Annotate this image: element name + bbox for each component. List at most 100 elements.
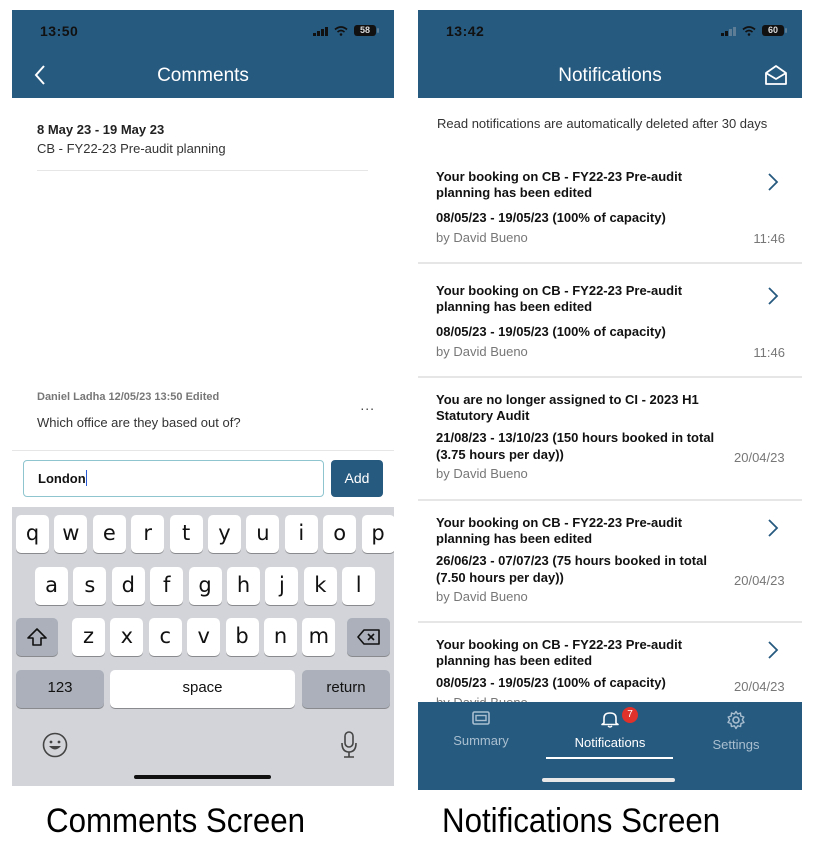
notification-item[interactable]: Your booking on CB - FY22-23 Pre-audit p… (418, 501, 802, 623)
return-key[interactable]: return (302, 670, 390, 708)
key-v[interactable]: v (187, 618, 221, 656)
bottom-tab-bar: Summary 7 Notifications Settings (418, 702, 802, 790)
key-n[interactable]: n (264, 618, 297, 656)
notification-detail: 26/06/23 - 07/07/23 (75 hours booked in … (436, 553, 707, 585)
numbers-key[interactable]: 123 (16, 670, 104, 708)
add-button[interactable]: Add (331, 460, 383, 497)
notification-time: 20/04/23 (734, 573, 785, 588)
notifications-header: 13:42 60 Notifications (418, 10, 802, 98)
tab-summary[interactable]: Summary (421, 710, 541, 748)
notifications-caption: Notifications Screen (442, 802, 721, 840)
notification-count-badge: 7 (622, 707, 638, 723)
notification-time: 11:46 (753, 231, 785, 246)
key-q[interactable]: q (16, 515, 49, 553)
shift-key[interactable] (16, 618, 58, 656)
comments-screen: 13:50 58 Comments 8 May 23 - 19 May 23 C… (12, 10, 394, 786)
tab-label: Notifications (574, 735, 646, 750)
booking-name: CB - FY22-23 Pre-audit planning (37, 141, 226, 156)
key-g[interactable]: g (188, 567, 222, 605)
backspace-icon (356, 629, 380, 645)
notification-item[interactable]: Your booking on CB - FY22-23 Pre-audit p… (418, 271, 802, 378)
status-icons: 60 (721, 25, 787, 36)
key-w[interactable]: w (54, 515, 88, 553)
key-f[interactable]: f (150, 567, 184, 605)
wifi-icon (742, 25, 756, 36)
ticket-icon (472, 711, 490, 725)
key-o[interactable]: o (323, 515, 357, 553)
tab-settings[interactable]: Settings (676, 710, 796, 752)
tab-label: Summary (453, 733, 509, 748)
comment-item: Daniel Ladha 12/05/23 13:50 Edited ... W… (37, 391, 377, 430)
auto-delete-notice: Read notifications are automatically del… (437, 116, 768, 131)
key-p[interactable]: p (361, 515, 394, 553)
key-k[interactable]: k (303, 567, 337, 605)
key-r[interactable]: r (131, 515, 165, 553)
notification-title: Your booking on CB - FY22-23 Pre-audit p… (436, 515, 683, 546)
status-time: 13:50 (40, 23, 79, 39)
home-indicator (134, 775, 271, 779)
key-l[interactable]: l (342, 567, 376, 605)
key-t[interactable]: t (169, 515, 203, 553)
key-x[interactable]: x (110, 618, 144, 656)
key-s[interactable]: s (73, 567, 107, 605)
page-title: Notifications (558, 65, 662, 86)
notification-author: by David Bueno (436, 230, 528, 245)
chevron-right-icon (768, 519, 779, 537)
tab-label: Settings (712, 737, 760, 752)
comment-text: Which office are they based out of? (37, 415, 241, 430)
key-e[interactable]: e (92, 515, 126, 553)
space-key[interactable]: space (110, 670, 295, 708)
notifications-screen: 13:42 60 Notifications Read notification… (418, 10, 802, 790)
active-tab-indicator (546, 757, 673, 759)
gear-icon (727, 710, 745, 730)
notification-title: Your booking on CB - FY22-23 Pre-audit p… (436, 637, 683, 668)
notification-title: Your booking on CB - FY22-23 Pre-audit p… (436, 169, 683, 200)
key-a[interactable]: a (35, 567, 68, 605)
page-title: Comments (157, 65, 249, 86)
chevron-right-icon (768, 287, 779, 305)
text-caret (85, 470, 88, 486)
notification-detail: 21/08/23 - 13/10/23 (150 hours booked in… (436, 430, 715, 462)
keyboard: qwertyuiop asdfghjkl zxcvbnm 123 space r… (12, 507, 394, 786)
notification-item[interactable]: Your booking on CB - FY22-23 Pre-audit p… (418, 169, 802, 264)
notification-time: 11:46 (753, 345, 785, 360)
comments-header: 13:50 58 Comments (12, 10, 394, 98)
notification-item[interactable]: You are no longer assigned to CI - 2023 … (418, 378, 802, 501)
key-i[interactable]: i (284, 515, 318, 553)
key-c[interactable]: c (148, 618, 182, 656)
microphone-icon[interactable] (339, 730, 359, 760)
key-m[interactable]: m (302, 618, 336, 656)
key-y[interactable]: y (208, 515, 241, 553)
home-indicator (542, 778, 675, 782)
notification-title: You are no longer assigned to CI - 2023 … (436, 392, 699, 423)
key-u[interactable]: u (246, 515, 280, 553)
backspace-key[interactable] (347, 618, 390, 656)
notification-item[interactable]: Your booking on CB - FY22-23 Pre-audit p… (418, 623, 802, 713)
more-options-button[interactable]: ... (360, 397, 375, 413)
booking-summary: 8 May 23 - 19 May 23 CB - FY22-23 Pre-au… (37, 122, 368, 171)
notification-author: by David Bueno (436, 344, 528, 359)
key-j[interactable]: j (265, 567, 299, 605)
signal-icon (313, 26, 328, 36)
status-time: 13:42 (446, 23, 485, 39)
key-b[interactable]: b (225, 618, 259, 656)
mark-all-read-button[interactable] (764, 64, 788, 86)
notification-detail: 08/05/23 - 19/05/23 (100% of capacity) (436, 324, 666, 339)
comment-meta: Daniel Ladha 12/05/23 13:50 Edited (37, 391, 220, 403)
notification-title: Your booking on CB - FY22-23 Pre-audit p… (436, 283, 683, 314)
notification-time: 20/04/23 (734, 679, 785, 694)
key-z[interactable]: z (72, 618, 105, 656)
key-h[interactable]: h (227, 567, 260, 605)
comment-input[interactable]: London (23, 460, 324, 497)
key-d[interactable]: d (111, 567, 145, 605)
comments-caption: Comments Screen (46, 802, 306, 840)
comment-input-value: London (38, 471, 86, 486)
notification-time: 20/04/23 (734, 450, 785, 465)
tab-notifications[interactable]: 7 Notifications (550, 707, 670, 750)
signal-icon (721, 26, 736, 36)
shift-icon (27, 628, 47, 646)
battery-icon: 60 (762, 25, 787, 36)
chevron-right-icon (768, 173, 779, 191)
emoji-icon[interactable] (42, 732, 68, 758)
notification-author: by David Bueno (436, 589, 528, 604)
